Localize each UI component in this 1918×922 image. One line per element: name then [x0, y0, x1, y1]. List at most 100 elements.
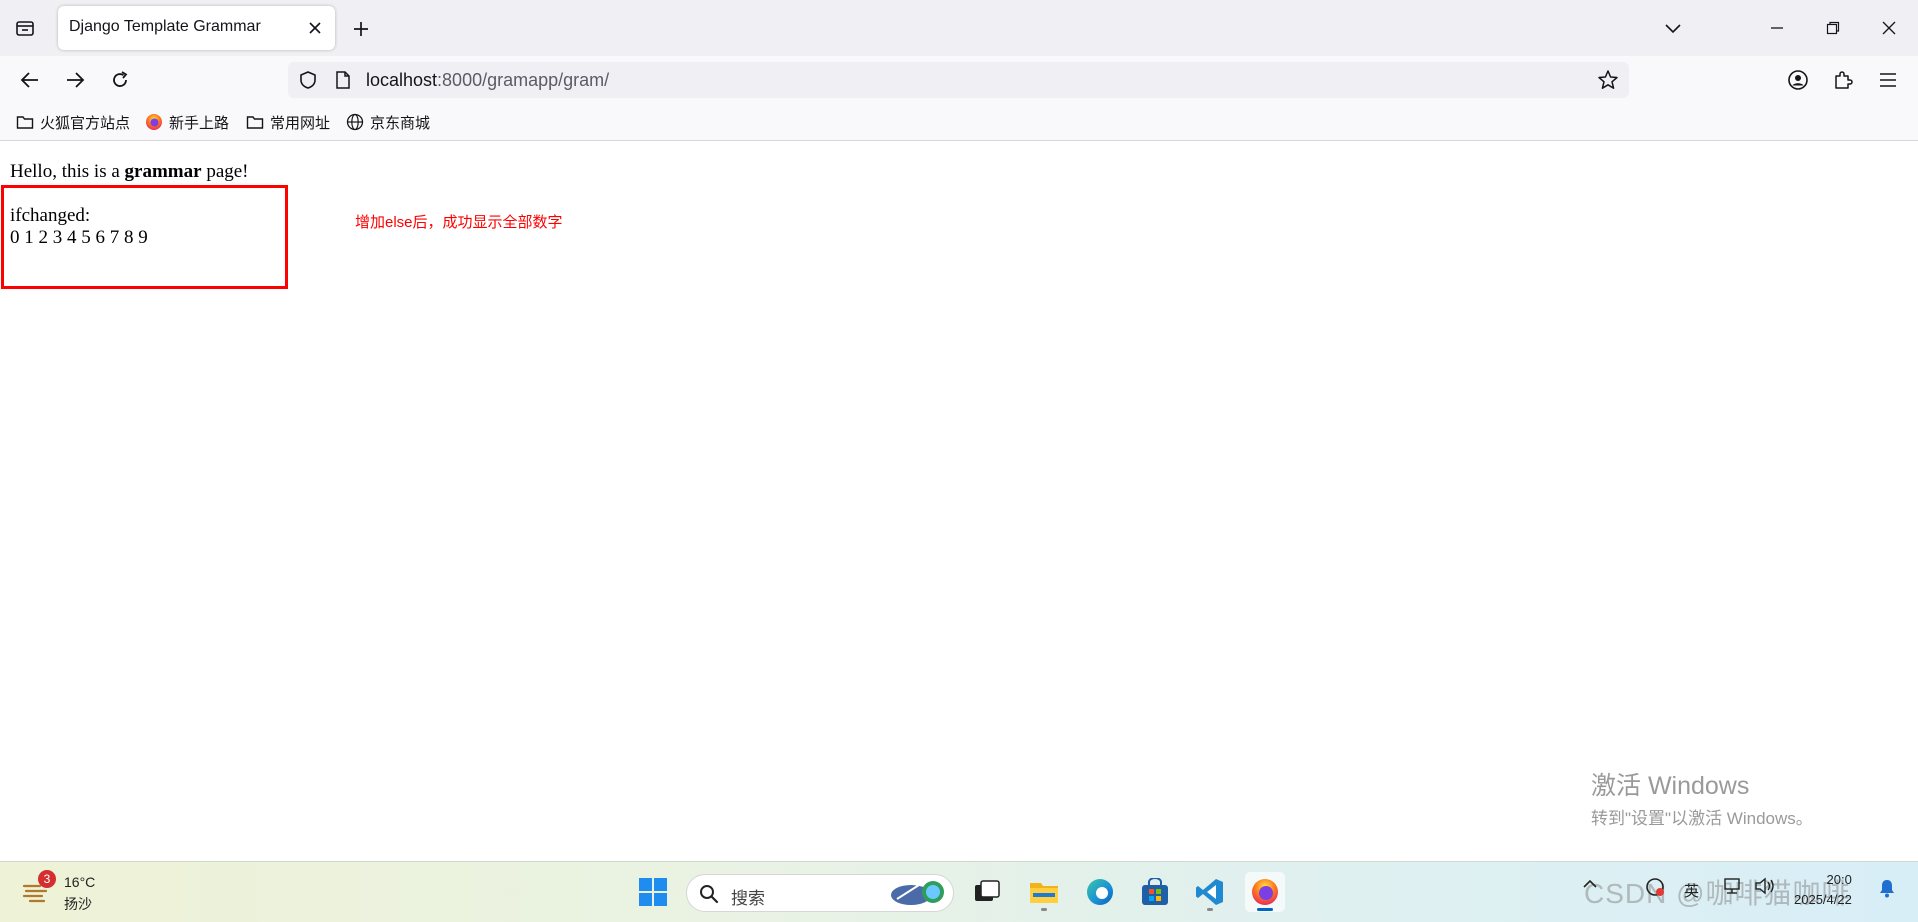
hello-bold: grammar — [124, 161, 202, 182]
running-indicator — [1041, 908, 1047, 911]
ifchanged-values: 0 1 2 3 4 5 6 7 8 9 — [10, 227, 148, 248]
reload-icon — [110, 70, 130, 90]
active-indicator — [1257, 908, 1273, 911]
folder-icon — [1029, 879, 1059, 905]
tab-list-icon — [15, 19, 35, 37]
weather-widget[interactable]: 3 16°C 扬沙 — [20, 870, 110, 914]
clock-time: 20:0 — [1826, 872, 1852, 887]
taskbar-firefox[interactable] — [1245, 872, 1285, 912]
page-icon[interactable] — [334, 70, 352, 90]
ifchanged-block: ifchanged: 0 1 2 3 4 5 6 7 8 9 — [10, 205, 148, 249]
taskbar: 3 16°C 扬沙 搜索 CSDN @咖啡猫咖啡 英 20:0 2025/4/2… — [0, 861, 1918, 922]
chevron-down-icon — [1664, 22, 1682, 34]
nav-bar: localhost:8000/gramapp/gram/ — [0, 56, 1918, 104]
url-text[interactable]: localhost:8000/gramapp/gram/ — [366, 70, 609, 91]
bookmark-item[interactable]: 火狐官方站点 — [16, 111, 130, 133]
annotation-text: 增加else后，成功显示全部数字 — [355, 214, 563, 231]
watermark-subtitle: 转到"设置"以激活 Windows。 — [1591, 809, 1813, 828]
weather-desc: 扬沙 — [64, 896, 92, 912]
search-highlight-icon — [889, 879, 947, 907]
activation-watermark: 激活 Windows 转到"设置"以激活 Windows。 — [1591, 766, 1813, 829]
notification-button[interactable] — [1878, 878, 1896, 898]
hello-prefix: Hello, this is a — [10, 161, 120, 182]
url-host: localhost — [366, 70, 438, 90]
shield-icon[interactable] — [298, 70, 318, 90]
windows-logo-icon — [638, 877, 668, 907]
watermark-title: 激活 Windows — [1591, 772, 1750, 800]
page-content: Hello, this is a grammar page! ifchanged… — [0, 141, 1918, 861]
extensions-button[interactable] — [1827, 64, 1859, 96]
bookmark-label: 京东商城 — [370, 114, 431, 132]
running-indicator — [1207, 908, 1213, 911]
taskbar-edge[interactable] — [1080, 872, 1120, 912]
bookmark-label: 火狐官方站点 — [40, 114, 131, 132]
folder-icon — [16, 114, 34, 130]
volume-icon[interactable] — [1754, 877, 1776, 895]
minimize-icon — [1770, 21, 1784, 35]
search-icon — [699, 884, 719, 904]
store-icon — [1140, 878, 1170, 906]
arrow-right-icon — [65, 71, 85, 89]
tab-close-button[interactable] — [301, 14, 329, 42]
bookmark-item[interactable]: 京东商城 — [346, 111, 430, 133]
tray-overflow-button[interactable] — [1582, 878, 1598, 890]
vscode-icon — [1195, 877, 1225, 907]
tab-list-button[interactable] — [10, 14, 40, 42]
puzzle-icon — [1832, 69, 1854, 91]
menu-button[interactable] — [1872, 64, 1904, 96]
taskbar-search[interactable]: 搜索 — [686, 874, 954, 912]
globe-icon — [346, 113, 364, 131]
hello-text: Hello, this is a grammar page! — [10, 161, 249, 183]
taskbar-file-explorer[interactable] — [1024, 872, 1064, 912]
firefox-icon — [145, 113, 163, 131]
weather-temp: 16°C — [64, 874, 96, 890]
bell-icon — [1878, 878, 1896, 898]
tray-app-icon[interactable] — [1644, 876, 1666, 898]
back-button[interactable] — [14, 64, 46, 96]
reload-button[interactable] — [104, 64, 136, 96]
weather-badge: 3 — [38, 870, 56, 888]
tab-overflow-button[interactable] — [1645, 0, 1701, 56]
folder-icon — [246, 114, 264, 130]
hello-suffix: page! — [206, 161, 249, 182]
edge-icon — [1085, 877, 1115, 907]
close-window-button[interactable] — [1861, 0, 1917, 56]
clock-date: 2025/4/22 — [1794, 892, 1852, 907]
ifchanged-label: ifchanged: — [10, 205, 91, 226]
tray-app-icon-graphic — [1644, 876, 1666, 898]
minimize-button[interactable] — [1749, 0, 1805, 56]
start-button[interactable] — [633, 872, 673, 912]
bookmark-label: 常用网址 — [270, 114, 331, 132]
new-tab-button[interactable] — [346, 14, 376, 44]
address-bar[interactable]: localhost:8000/gramapp/gram/ — [288, 62, 1629, 98]
tab-strip: Django Template Grammar — [0, 0, 1918, 56]
restore-button[interactable] — [1805, 0, 1861, 56]
hamburger-menu-icon — [1879, 72, 1897, 88]
bookmark-label: 新手上路 — [169, 114, 230, 132]
account-button[interactable] — [1782, 64, 1814, 96]
close-icon — [1882, 21, 1896, 35]
firefox-icon — [1250, 877, 1280, 907]
tab-title: Django Template Grammar — [69, 18, 261, 35]
arrow-left-icon — [20, 71, 40, 89]
bookmark-item[interactable]: 新手上路 — [145, 111, 229, 133]
restore-icon — [1826, 21, 1840, 35]
tab-active[interactable]: Django Template Grammar — [58, 6, 335, 50]
bookmarks-bar: 火狐官方站点 新手上路 常用网址 京东商城 — [0, 104, 1918, 141]
forward-button[interactable] — [59, 64, 91, 96]
chevron-up-icon — [1582, 878, 1598, 890]
account-icon — [1787, 69, 1809, 91]
close-icon — [308, 21, 322, 35]
taskbar-store[interactable] — [1135, 872, 1175, 912]
ime-indicator[interactable]: 英 — [1684, 880, 1699, 901]
task-view-icon — [973, 879, 1001, 905]
bookmark-item[interactable]: 常用网址 — [246, 111, 330, 133]
taskbar-vscode[interactable] — [1190, 872, 1230, 912]
task-view-button[interactable] — [967, 872, 1007, 912]
search-placeholder: 搜索 — [731, 889, 765, 908]
network-icon[interactable] — [1722, 877, 1742, 895]
url-path: :8000/gramapp/gram/ — [437, 70, 610, 90]
system-clock[interactable]: 20:0 2025/4/22 — [1794, 870, 1852, 910]
bookmark-star-icon[interactable] — [1597, 69, 1619, 91]
plus-icon — [352, 20, 370, 38]
